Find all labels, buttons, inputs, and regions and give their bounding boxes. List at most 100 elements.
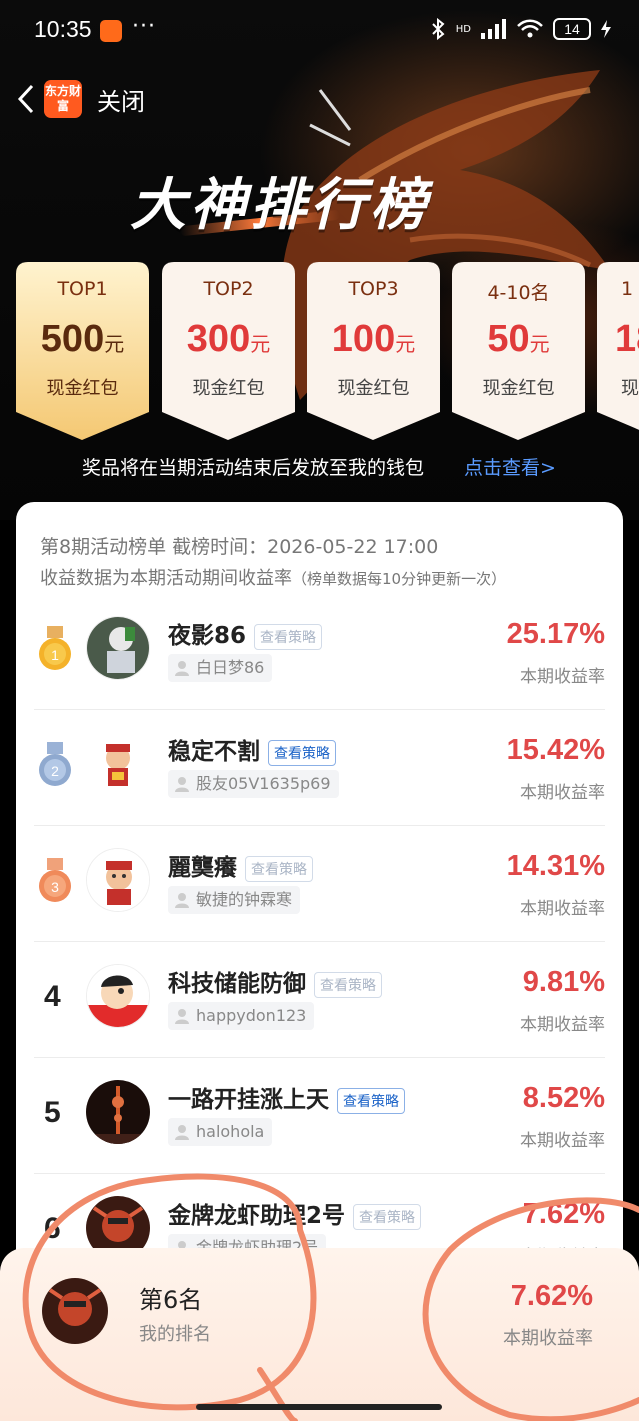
top-nav: 东方财富 关闭 — [0, 74, 639, 124]
return-rate-label: 本期收益率 — [520, 899, 605, 919]
status-bar: 10:35 ··· HD 14 — [0, 0, 639, 62]
wifi-icon — [517, 19, 543, 38]
prize-card-partial: 1 18 现 — [597, 262, 639, 440]
return-rate: 7.62% — [522, 1198, 605, 1230]
signal-icon — [481, 19, 506, 39]
prize-desc: 现金红包 — [337, 378, 410, 399]
page-title: 大神排行榜 — [130, 173, 430, 238]
user-icon — [175, 1009, 189, 1024]
my-rank-value: 第6名 — [139, 1286, 203, 1314]
leaderboard-row[interactable]: 3 麗龑癢 查看策略 敏捷的钟霖寒 14.31% 本期收益率 — [16, 826, 623, 942]
return-rate-label: 本期收益率 — [520, 1015, 605, 1035]
return-rate: 15.42% — [506, 734, 605, 766]
user-name: 金牌龙虾助理2号 查看策略 — [168, 1196, 422, 1230]
user-name: 夜影86 查看策略 — [168, 616, 323, 650]
prize-desc: 现金红包 — [482, 378, 555, 399]
back-arrow-icon[interactable] — [12, 80, 40, 118]
app-logo: 东方财富 — [44, 80, 82, 118]
return-rate-label: 本期收益率 — [520, 783, 605, 803]
data-note: 收益数据为本期活动期间收益率（榜单数据每10分钟更新一次） — [40, 568, 507, 589]
user-icon — [175, 661, 189, 676]
prize-amount: 100元 — [331, 318, 416, 360]
bluetooth-icon — [432, 18, 445, 40]
leaderboard-row[interactable]: 4 科技储能防御 查看策略 happydon123 9.81% 本期收益率 — [16, 942, 623, 1058]
prize-desc: 现 — [621, 378, 639, 399]
prize-amount: 300元 — [186, 318, 271, 360]
return-rate-label: 本期收益率 — [520, 667, 605, 687]
prize-rank: TOP1 — [57, 278, 108, 300]
avatar — [86, 1080, 150, 1144]
rank-number: 5 — [44, 1096, 61, 1129]
clock: 10:35 — [34, 16, 92, 42]
silver-medal-icon: 2 — [39, 742, 71, 786]
view-strategy-button[interactable]: 查看策略 — [337, 1087, 405, 1114]
avatar — [86, 616, 150, 680]
prize-desc: 现金红包 — [46, 378, 119, 399]
view-strategy-button[interactable]: 查看策略 — [268, 739, 336, 766]
bronze-medal-icon: 3 — [39, 858, 71, 902]
view-strategy-button[interactable]: 查看策略 — [254, 623, 323, 650]
my-return-rate-label: 本期收益率 — [503, 1328, 593, 1349]
my-return-rate: 7.62% — [510, 1280, 593, 1312]
my-avatar — [42, 1278, 108, 1344]
leaderboard-row[interactable]: 1 夜影86 查看策略 白日梦86 25.17% 本期收益率 — [16, 594, 623, 710]
return-rate: 8.52% — [522, 1082, 605, 1114]
view-strategy-button[interactable]: 查看策略 — [245, 855, 313, 882]
avatar — [86, 848, 150, 912]
prize-rank: TOP3 — [348, 278, 399, 300]
user-handle: happydon123 — [168, 1002, 315, 1030]
leaderboard-row[interactable]: 2 稳定不割 查看策略 股友05V1635p69 15.42% 本期收益率 — [16, 710, 623, 826]
view-strategy-button[interactable]: 查看策略 — [314, 971, 382, 998]
view-strategy-button[interactable]: 查看策略 — [353, 1203, 422, 1230]
prize-amount: 500元 — [40, 318, 125, 360]
user-name: 麗龑癢 查看策略 — [168, 848, 313, 882]
prize-desc: 现金红包 — [192, 378, 265, 399]
app-notification-icon — [100, 20, 122, 42]
user-handle: halohola — [168, 1118, 273, 1146]
leaderboard-row[interactable]: 5 一路开挂涨上天 查看策略 halohola 8.52% 本期收益率 — [16, 1058, 623, 1174]
rank-number: 6 — [44, 1212, 61, 1245]
prize-card-top3: TOP3 100元 现金红包 — [307, 262, 440, 440]
user-icon — [175, 1125, 189, 1140]
user-name: 一路开挂涨上天 查看策略 — [168, 1080, 405, 1114]
return-rate: 14.31% — [506, 850, 605, 882]
svg-text:2: 2 — [51, 763, 59, 779]
view-prizes-link[interactable]: 点击查看> — [464, 453, 556, 480]
charging-icon — [601, 20, 611, 38]
user-handle: 敏捷的钟霖寒 — [168, 886, 301, 914]
user-name: 稳定不割 查看策略 — [168, 732, 336, 766]
home-indicator — [196, 1404, 442, 1410]
return-rate: 9.81% — [522, 966, 605, 998]
return-rate-label: 本期收益率 — [520, 1131, 605, 1151]
user-handle: 股友05V1635p69 — [168, 770, 339, 798]
prize-card-top1: TOP1 500元 现金红包 — [16, 262, 149, 440]
user-handle: 白日梦86 — [168, 654, 273, 682]
svg-text:3: 3 — [51, 879, 59, 895]
battery-indicator: 14 — [553, 18, 591, 40]
close-button[interactable]: 关闭 — [97, 82, 145, 117]
prize-cards: TOP1 500元 现金红包 TOP2 300元 现金红包 TOP3 100元 … — [16, 262, 639, 442]
prize-amount: 50元 — [487, 318, 550, 360]
return-rate: 25.17% — [506, 618, 605, 650]
prize-rank: 4-10名 — [487, 282, 550, 304]
avatar — [86, 964, 150, 1028]
svg-text:1: 1 — [51, 647, 59, 663]
status-icons: HD 14 — [430, 18, 611, 40]
prize-rank: TOP2 — [203, 278, 254, 300]
user-name: 科技储能防御 查看策略 — [168, 964, 382, 998]
prize-card-top2: TOP2 300元 现金红包 — [162, 262, 295, 440]
my-rank-panel: 第6名 我的排名 7.62% 本期收益率 — [0, 1248, 639, 1421]
period-info: 第8期活动榜单 截榜时间：2026-05-22 17:00 — [40, 536, 439, 558]
prize-amount: 18 — [615, 318, 639, 360]
rank-number: 4 — [44, 980, 61, 1013]
user-icon — [175, 777, 189, 792]
hd-label: HD — [455, 23, 471, 35]
gold-medal-icon: 1 — [39, 626, 71, 670]
avatar — [86, 732, 150, 796]
prize-card-4-10: 4-10名 50元 现金红包 — [452, 262, 585, 440]
user-icon — [175, 893, 189, 908]
more-notifications-icon: ··· — [132, 14, 156, 39]
my-rank-label: 我的排名 — [139, 1324, 211, 1345]
prize-rank: 1 — [621, 278, 634, 300]
prize-note: 奖品将在当期活动结束后发放至我的钱包 — [82, 457, 425, 479]
